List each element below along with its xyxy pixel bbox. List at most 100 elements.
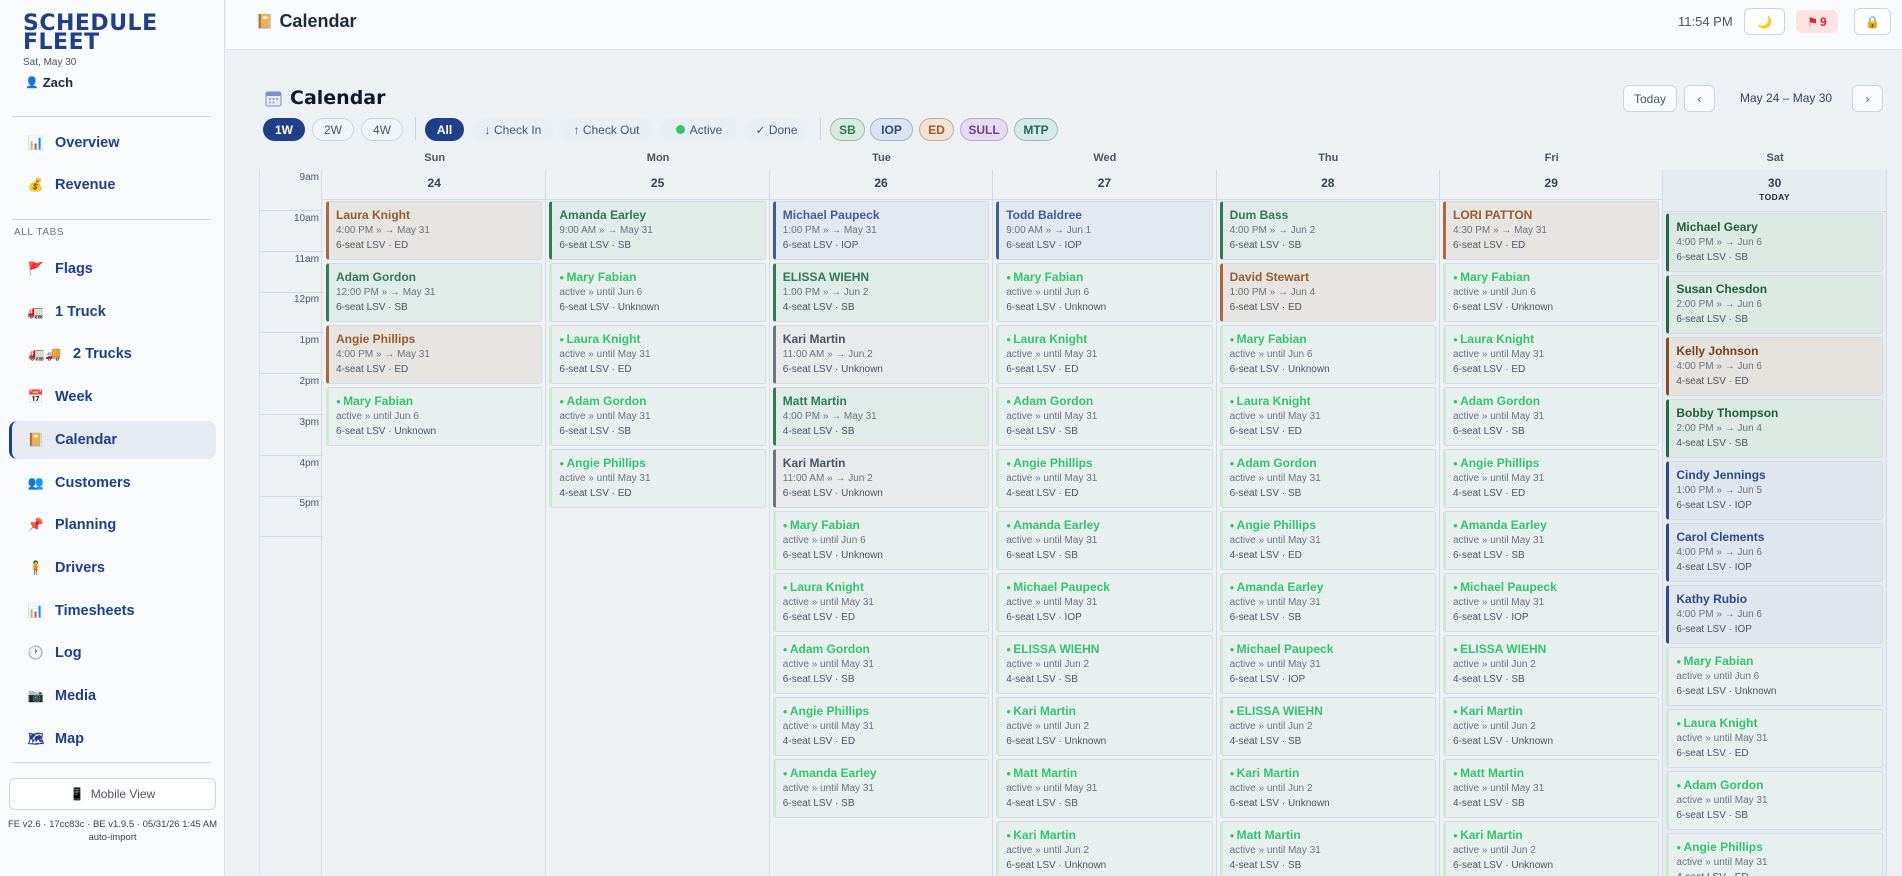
booking-card[interactable]: David Stewart 1:00 PM » → Jun 4 6-seat LSV…: [1219, 263, 1436, 322]
booking-card[interactable]: Kathy Rubio 4:00 PM » → Jun 6 6-seat LSV ·…: [1666, 585, 1883, 644]
booking-card[interactable]: Adam Gordon active » until May 31 6-seat L…: [1666, 771, 1883, 830]
booking-card[interactable]: Michael Paupeck active » until May 31 6-se…: [1443, 573, 1660, 632]
booking-card[interactable]: Matt Martin active » until May 31 4-seat L…: [996, 759, 1213, 818]
booking-card[interactable]: LORI PATTON 4:30 PM » → May 31 6-seat LSV …: [1443, 201, 1660, 260]
nav-item-map[interactable]: 🗺 Map: [9, 720, 216, 758]
booking-card[interactable]: Laura Knight active » until May 31 6-seat …: [1219, 387, 1436, 446]
nav-item-planning[interactable]: 📌 Planning: [9, 506, 216, 544]
booking-card[interactable]: Carol Clements 4:00 PM » → Jun 6 4-seat LS…: [1666, 523, 1883, 582]
tag-mtp-button[interactable]: MTP: [1014, 118, 1058, 141]
filter-checkin-button[interactable]: ↓ Check In: [473, 118, 553, 141]
booking-card[interactable]: Todd Baldree 9:00 AM » → Jun 1 6-seat LSV …: [996, 201, 1213, 260]
booking-card[interactable]: Amanda Earley active » until May 31 6-seat…: [996, 511, 1213, 570]
booking-card[interactable]: Matt Martin 4:00 PM » → May 31 4-seat LSV …: [772, 387, 990, 446]
filter-all-button[interactable]: All: [425, 118, 464, 141]
nav-item-media[interactable]: 📷 Media: [9, 677, 216, 715]
mobile-view-button[interactable]: 📱 Mobile View: [9, 778, 216, 810]
day-column-25[interactable]: 25 Amanda Earley 9:00 AM » → May 31 6-seat …: [546, 170, 770, 876]
today-button[interactable]: Today: [1623, 85, 1677, 112]
booking-card[interactable]: Kari Martin active » until Jun 2 6-seat LS…: [1219, 759, 1436, 818]
booking-card[interactable]: Mary Fabian active » until Jun 6 6-seat LS…: [996, 263, 1213, 322]
booking-card[interactable]: Angie Phillips 4:00 PM » → May 31 4-seat L…: [326, 325, 543, 384]
booking-card[interactable]: Matt Martin active » until May 31 4-seat L…: [1219, 821, 1436, 876]
day-column-28[interactable]: 28 Dum Bass 4:00 PM » → Jun 2 6-seat LSV · …: [1216, 170, 1440, 876]
nav-item-week[interactable]: 📅 Week: [9, 378, 216, 416]
brand-logo[interactable]: SCHEDULE FLEET: [23, 13, 158, 54]
tag-sb-button[interactable]: SB: [830, 118, 865, 141]
nav-item-log[interactable]: 🕐 Log: [9, 634, 216, 672]
booking-card[interactable]: ELISSA WIEHN 1:00 PM » → Jun 2 4-seat LSV …: [772, 263, 990, 322]
booking-card[interactable]: Kari Martin 11:00 AM » → Jun 2 6-seat LSV …: [772, 325, 990, 384]
booking-card[interactable]: Laura Knight active » until May 31 6-seat …: [772, 573, 990, 632]
booking-card[interactable]: ELISSA WIEHN active » until Jun 2 4-seat L…: [1443, 635, 1660, 694]
booking-card[interactable]: Adam Gordon active » until May 31 6-seat L…: [996, 387, 1213, 446]
booking-card[interactable]: Kelly Johnson 4:00 PM » → Jun 6 4-seat LSV…: [1666, 337, 1883, 396]
booking-card[interactable]: Adam Gordon active » until May 31 6-seat L…: [1443, 387, 1660, 446]
booking-card[interactable]: Michael Paupeck active » until May 31 6-se…: [996, 573, 1213, 632]
current-user[interactable]: 👤 Zach: [25, 75, 73, 90]
booking-card[interactable]: Mary Fabian active » until Jun 6 6-seat LS…: [1219, 325, 1436, 384]
nav-item-revenue[interactable]: 💰 Revenue: [9, 166, 216, 204]
booking-card[interactable]: Michael Paupeck active » until May 31 6-se…: [1219, 635, 1436, 694]
booking-card[interactable]: Michael Paupeck 1:00 PM » → May 31 6-seat …: [772, 201, 990, 260]
nav-item-flags[interactable]: 🚩 Flags: [9, 250, 216, 288]
next-week-button[interactable]: ›: [1852, 85, 1883, 112]
theme-toggle-button[interactable]: 🌙: [1744, 8, 1785, 35]
booking-card[interactable]: Amanda Earley active » until May 31 6-seat…: [1443, 511, 1660, 570]
day-column-24[interactable]: 24 Laura Knight 4:00 PM » → May 31 6-seat L…: [323, 170, 547, 876]
booking-card[interactable]: Adam Gordon active » until May 31 6-seat L…: [772, 635, 990, 694]
booking-card[interactable]: Angie Phillips active » until May 31 4-sea…: [1443, 449, 1660, 508]
tag-sull-button[interactable]: SULL: [960, 118, 1008, 141]
nav-item-calendar[interactable]: 📔 Calendar: [9, 420, 216, 459]
day-column-26[interactable]: 26 Michael Paupeck 1:00 PM » → May 31 6-sea…: [769, 170, 994, 876]
booking-card[interactable]: Adam Gordon active » until May 31 6-seat L…: [1219, 449, 1436, 508]
booking-card[interactable]: Susan Chesdon 2:00 PM » → Jun 6 6-seat LSV…: [1666, 275, 1883, 334]
nav-item-overview[interactable]: 📊 Overview: [9, 124, 216, 162]
filter-checkout-button[interactable]: ↑ Check Out: [560, 118, 653, 141]
booking-card[interactable]: Mary Fabian active » until Jun 6 6-seat LS…: [1666, 647, 1883, 706]
booking-card[interactable]: Kari Martin 11:00 AM » → Jun 2 6-seat LSV …: [772, 449, 990, 508]
booking-card[interactable]: Mary Fabian active » until Jun 6 6-seat LS…: [772, 511, 990, 570]
day-column-29[interactable]: 29 LORI PATTON 4:30 PM » → May 31 6-seat LS…: [1440, 170, 1664, 876]
booking-card[interactable]: Mary Fabian active » until Jun 6 6-seat LS…: [549, 263, 766, 322]
range-2w-button[interactable]: 2W: [312, 118, 354, 141]
booking-card[interactable]: Amanda Earley 9:00 AM » → May 31 6-seat LS…: [549, 201, 766, 260]
booking-card[interactable]: Matt Martin active » until May 31 4-seat L…: [1443, 759, 1660, 818]
booking-card[interactable]: ELISSA WIEHN active » until Jun 2 4-seat L…: [1219, 697, 1436, 756]
nav-item-1-truck[interactable]: 🚛 1 Truck: [9, 293, 216, 331]
prev-week-button[interactable]: ‹: [1684, 85, 1715, 112]
booking-card[interactable]: Adam Gordon 12:00 PM » → May 31 6-seat LSV…: [326, 263, 543, 322]
nav-item-drivers[interactable]: 🧍 Drivers: [9, 549, 216, 587]
booking-card[interactable]: Michael Geary 4:00 PM » → Jun 6 6-seat LSV…: [1666, 213, 1883, 272]
booking-card[interactable]: Kari Martin active » until Jun 2 6-seat LS…: [1443, 697, 1660, 756]
booking-card[interactable]: Mary Fabian active » until Jun 6 6-seat LS…: [326, 387, 543, 446]
booking-card[interactable]: ELISSA WIEHN active » until Jun 2 4-seat L…: [996, 635, 1213, 694]
nav-item-timesheets[interactable]: 📊 Timesheets: [9, 592, 216, 630]
booking-card[interactable]: Angie Phillips active » until May 31 4-sea…: [1666, 833, 1883, 876]
booking-card[interactable]: Bobby Thompson 2:00 PM » → Jun 4 4-seat LS…: [1666, 399, 1883, 458]
booking-card[interactable]: Kari Martin active » until Jun 2 6-seat LS…: [996, 821, 1213, 876]
booking-card[interactable]: Dum Bass 4:00 PM » → Jun 2 6-seat LSV · SB: [1219, 201, 1436, 260]
booking-card[interactable]: Angie Phillips active » until May 31 4-sea…: [549, 449, 766, 508]
booking-card[interactable]: Adam Gordon active » until May 31 6-seat L…: [549, 387, 766, 446]
filter-done-button[interactable]: ✓ Done: [745, 118, 808, 141]
booking-card[interactable]: Laura Knight active » until May 31 6-seat …: [996, 325, 1213, 384]
booking-card[interactable]: Amanda Earley active » until May 31 6-seat…: [772, 759, 990, 818]
booking-card[interactable]: Kari Martin active » until Jun 2 6-seat LS…: [1443, 821, 1660, 876]
booking-card[interactable]: Laura Knight active » until May 31 6-seat …: [1666, 709, 1883, 768]
flags-badge[interactable]: ⚑ 9: [1796, 10, 1838, 33]
booking-card[interactable]: Laura Knight active » until May 31 6-seat …: [549, 325, 766, 384]
booking-card[interactable]: Angie Phillips active » until May 31 4-sea…: [996, 449, 1213, 508]
range-1w-button[interactable]: 1W: [263, 118, 305, 141]
booking-card[interactable]: Cindy Jennings 1:00 PM » → Jun 5 6-seat LS…: [1666, 461, 1883, 520]
filter-active-button[interactable]: Active: [660, 118, 738, 141]
tag-ed-button[interactable]: ED: [919, 118, 954, 141]
nav-item-customers[interactable]: 👥 Customers: [9, 464, 216, 502]
booking-card[interactable]: Kari Martin active » until Jun 2 6-seat LS…: [996, 697, 1213, 756]
lock-button[interactable]: 🔒: [1854, 8, 1891, 35]
nav-item-2-trucks[interactable]: 🚛🚚 2 Trucks: [9, 335, 216, 373]
booking-card[interactable]: Angie Phillips active » until May 31 4-sea…: [772, 697, 990, 756]
booking-card[interactable]: Laura Knight active » until May 31 6-seat …: [1443, 325, 1660, 384]
range-4w-button[interactable]: 4W: [361, 118, 403, 141]
booking-card[interactable]: Angie Phillips active » until May 31 4-sea…: [1219, 511, 1436, 570]
